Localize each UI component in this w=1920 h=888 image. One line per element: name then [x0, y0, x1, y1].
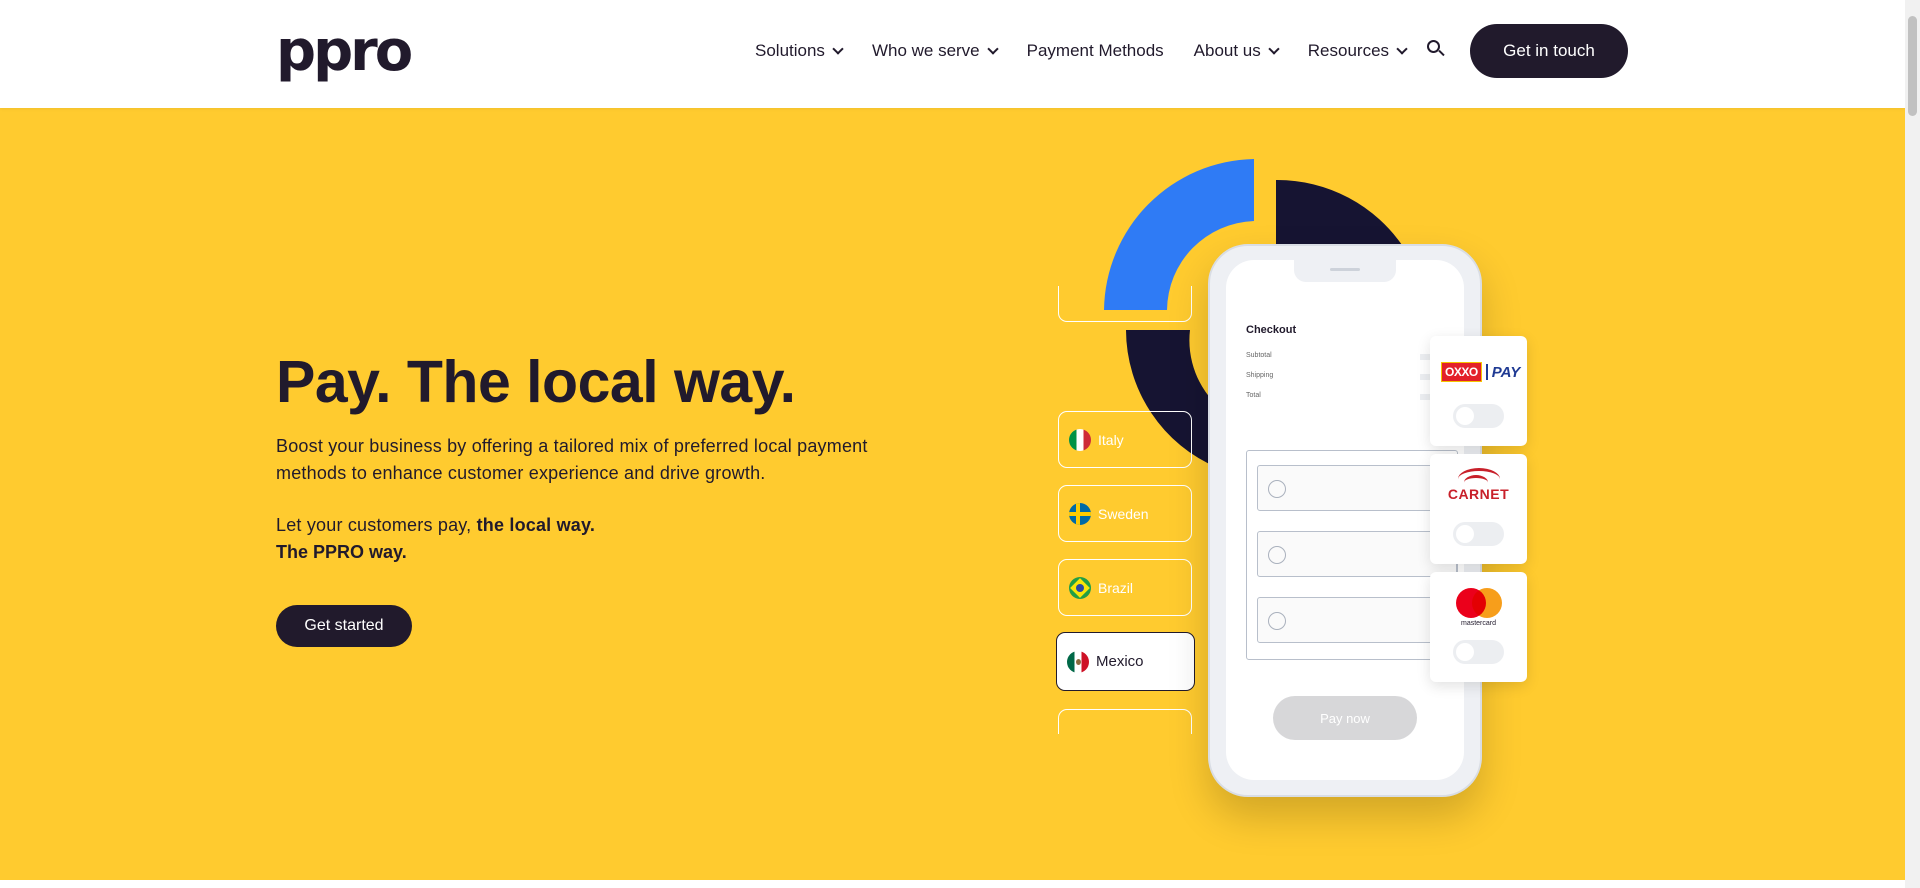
- chevron-down-icon: [832, 42, 844, 55]
- mastercard-logo: [1456, 588, 1502, 618]
- country-label: Brazil: [1098, 579, 1134, 596]
- mastercard-toggle[interactable]: [1453, 640, 1504, 664]
- search-icon[interactable]: [1427, 40, 1445, 58]
- nav-who-we-serve[interactable]: Who we serve: [871, 41, 999, 61]
- italy-flag-icon: [1069, 428, 1091, 451]
- get-started-button[interactable]: Get started: [276, 605, 412, 647]
- payment-option-row[interactable]: [1257, 531, 1457, 577]
- payment-option-row[interactable]: [1257, 465, 1457, 511]
- page-scrollbar[interactable]: [1905, 0, 1920, 888]
- checkout-row-label: Shipping: [1246, 372, 1274, 379]
- hero-tagline: Let your customers pay, the local way.: [276, 512, 595, 539]
- payment-card-carnet: CARNET: [1430, 454, 1527, 564]
- nav-payment-methods[interactable]: Payment Methods: [1027, 41, 1164, 61]
- country-label: Italy: [1098, 431, 1124, 448]
- nav-about-us-label: About us: [1193, 41, 1261, 60]
- nav-solutions-label: Solutions: [755, 41, 825, 60]
- payment-options-box: [1246, 450, 1458, 660]
- checkout-row: Total: [1246, 392, 1446, 400]
- checkout-row: Shipping: [1246, 372, 1446, 380]
- checkout-row: Subtotal: [1246, 352, 1446, 360]
- mexico-flag-icon: [1067, 650, 1089, 673]
- checkout-row-label: Subtotal: [1246, 352, 1272, 359]
- country-option-partial[interactable]: [1058, 709, 1192, 734]
- country-option-sweden[interactable]: Sweden: [1058, 485, 1192, 542]
- payment-card-mastercard: mastercard: [1430, 572, 1527, 682]
- ppro-logo[interactable]: ppro: [276, 24, 413, 80]
- payment-option-row[interactable]: [1257, 597, 1457, 643]
- country-option-italy[interactable]: Italy: [1058, 411, 1192, 468]
- hero-donut-graphic: [1104, 159, 1404, 468]
- hero-tagline-prefix: Let your customers pay,: [276, 515, 472, 535]
- chevron-down-icon: [1268, 42, 1280, 55]
- oxxo-toggle[interactable]: [1453, 404, 1504, 428]
- nav-resources[interactable]: Resources: [1307, 41, 1408, 61]
- hero-tagline-ppro: The PPRO way.: [276, 542, 407, 562]
- checkout-title: Checkout: [1246, 324, 1297, 336]
- oxxo-pay-logo: OXXO PAY: [1441, 362, 1520, 382]
- carnet-logo: CARNET: [1430, 468, 1527, 502]
- checkout-row-label: Total: [1246, 392, 1261, 399]
- checkout-screen: Checkout Subtotal Shipping Total Pay now: [1226, 260, 1464, 780]
- chevron-down-icon: [986, 42, 999, 55]
- site-header: ppro Solutions Who we serve Payment Meth…: [0, 0, 1905, 108]
- brazil-flag-icon: [1069, 576, 1091, 599]
- country-option-mexico[interactable]: Mexico: [1056, 632, 1195, 691]
- sweden-flag-icon: [1069, 502, 1091, 525]
- country-option-brazil[interactable]: Brazil: [1058, 559, 1192, 616]
- chevron-down-icon: [1396, 42, 1408, 55]
- hero-tagline-bold: the local way.: [476, 515, 596, 535]
- next-section-edge: [0, 880, 1905, 888]
- payment-card-oxxo: OXXO PAY: [1430, 336, 1527, 446]
- nav-payment-methods-label: Payment Methods: [1026, 41, 1164, 60]
- country-label: Sweden: [1098, 505, 1149, 522]
- carnet-toggle[interactable]: [1453, 522, 1504, 546]
- hero-title: Pay. The local way.: [276, 349, 796, 415]
- hero-section: Pay. The local way. Boost your business …: [0, 108, 1905, 880]
- nav-about-us[interactable]: About us: [1193, 41, 1280, 61]
- country-label: Mexico: [1096, 653, 1144, 670]
- mastercard-wordmark: mastercard: [1460, 620, 1496, 627]
- scrollbar-thumb[interactable]: [1908, 16, 1917, 116]
- radio-icon[interactable]: [1268, 480, 1286, 498]
- get-in-touch-button[interactable]: Get in touch: [1470, 24, 1628, 78]
- country-option-partial[interactable]: [1058, 286, 1192, 322]
- main-nav: Solutions Who we serve Payment Methods A…: [755, 0, 1408, 102]
- radio-icon[interactable]: [1268, 612, 1286, 630]
- nav-who-we-serve-label: Who we serve: [871, 41, 980, 60]
- nav-solutions[interactable]: Solutions: [755, 41, 844, 61]
- hero-description: Boost your business by offering a tailor…: [276, 436, 868, 483]
- phone-notch: [1294, 260, 1396, 282]
- radio-icon[interactable]: [1268, 546, 1286, 564]
- nav-resources-label: Resources: [1307, 41, 1390, 60]
- pay-now-button[interactable]: Pay now: [1273, 696, 1417, 740]
